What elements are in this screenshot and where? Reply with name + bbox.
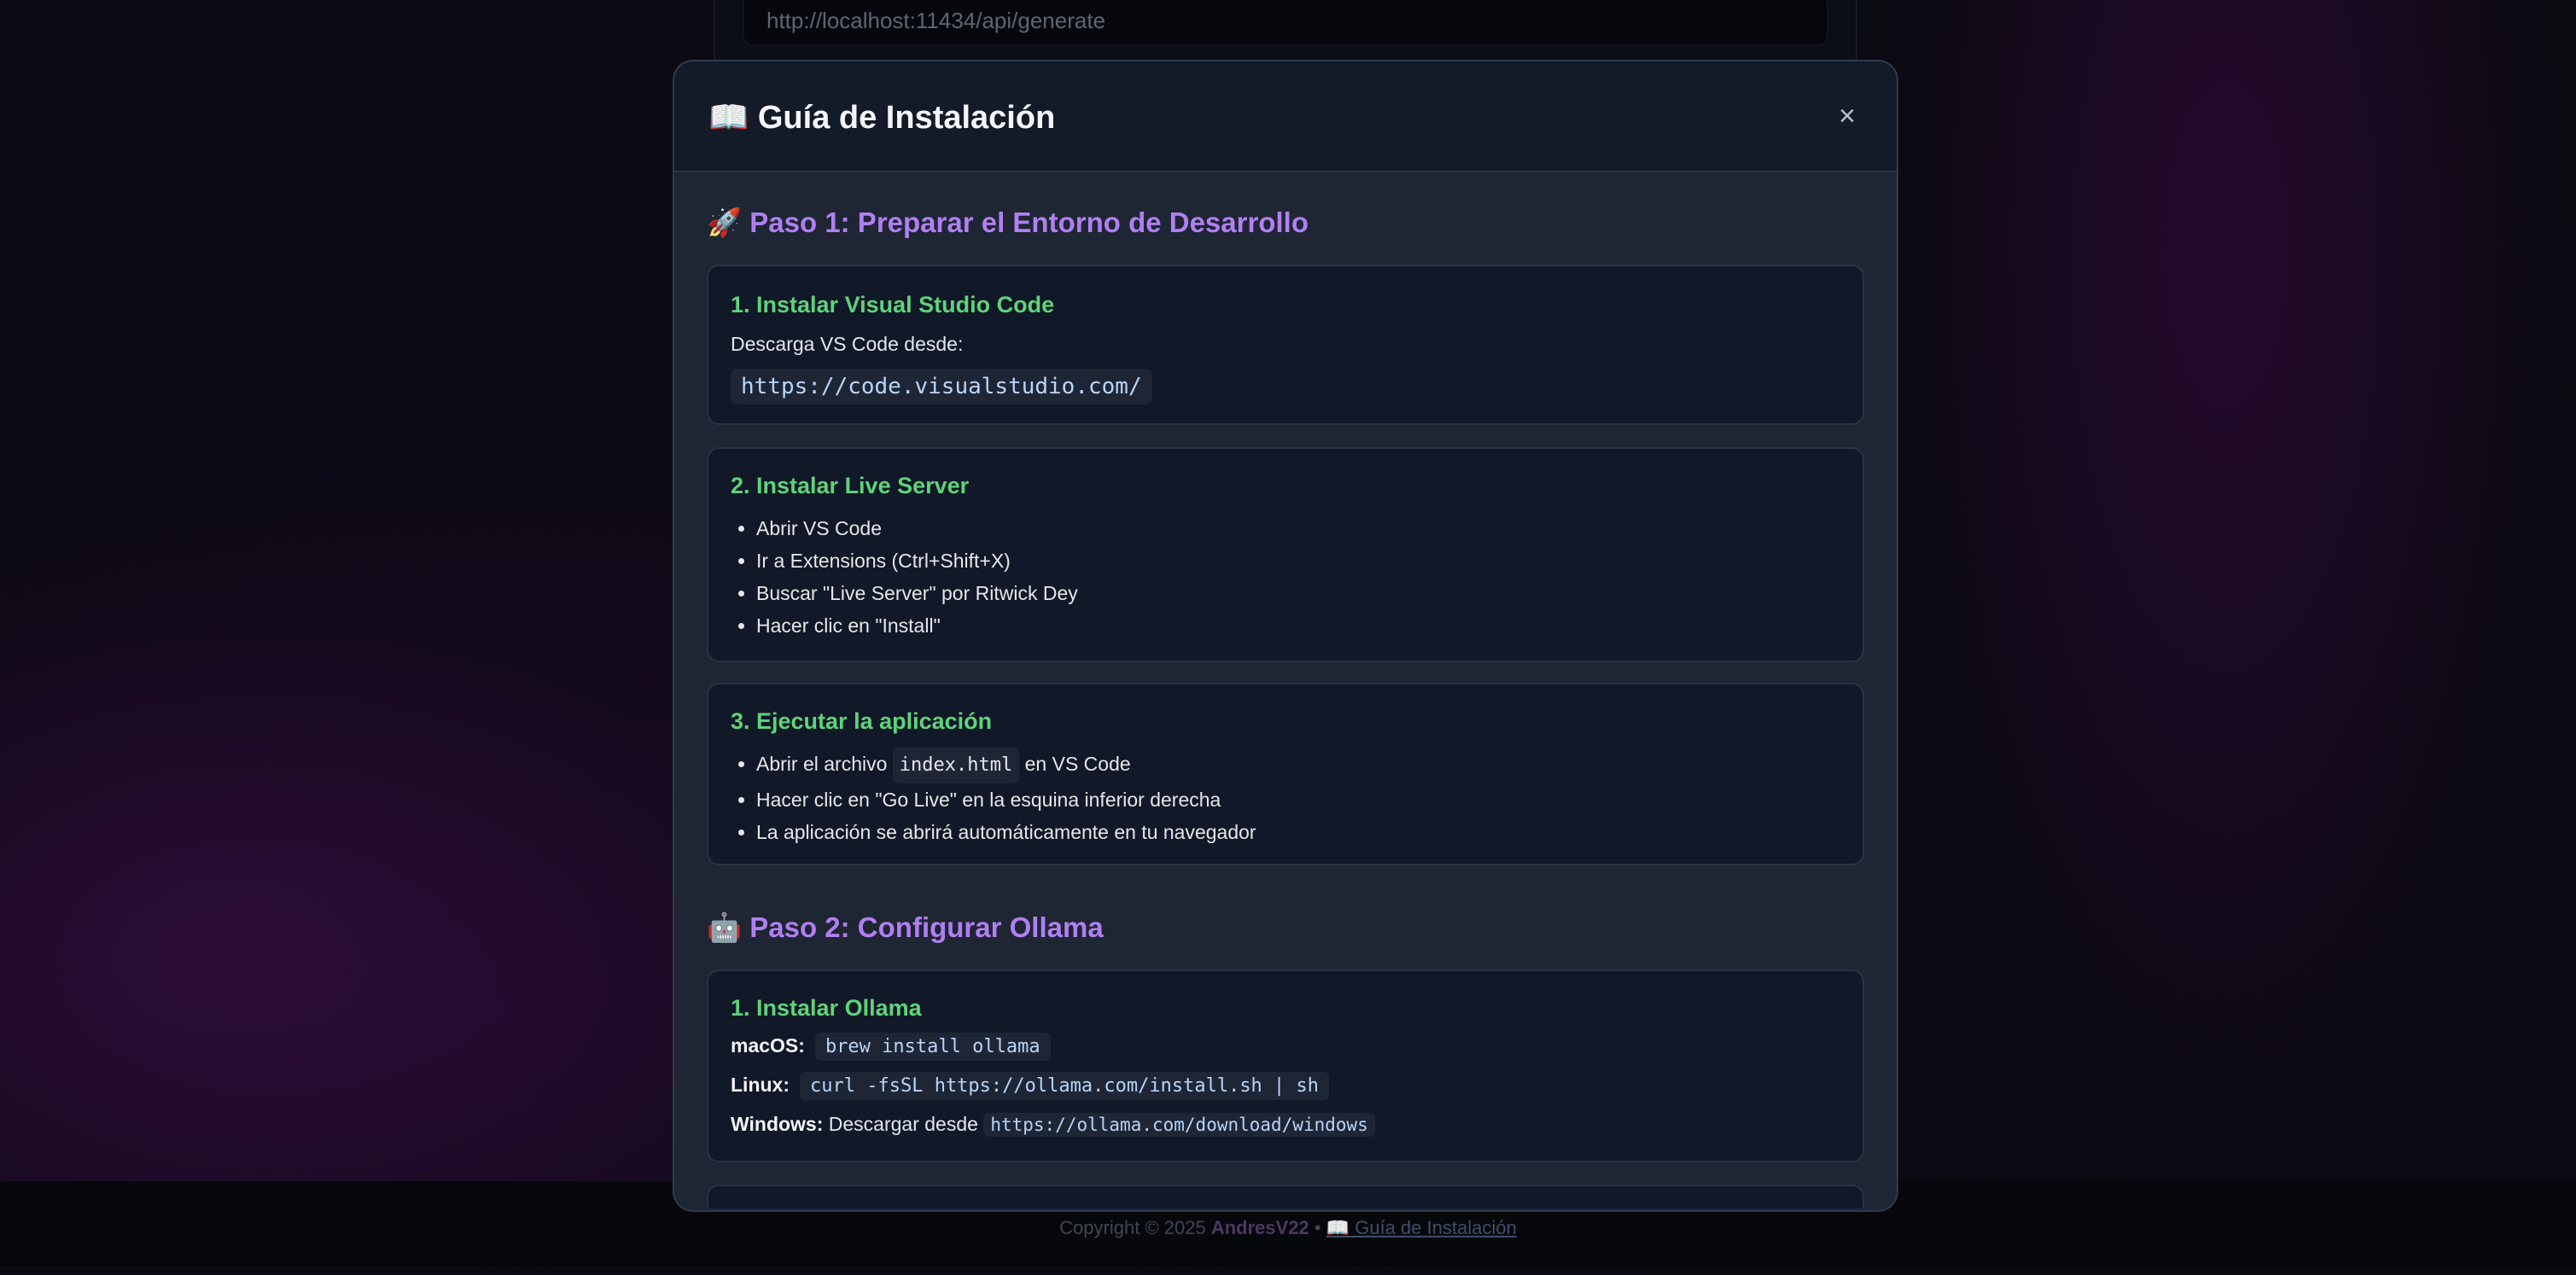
card-run-app: 3. Ejecutar la aplicación Abrir el archi… xyxy=(707,683,1864,865)
card-text: Descarga VS Code desde: xyxy=(731,333,964,355)
background-glow-left xyxy=(0,597,768,1195)
windows-text: Descargar desde xyxy=(823,1113,984,1135)
list-item: Hacer clic en "Go Live" en la esquina in… xyxy=(756,783,1256,816)
api-url-input[interactable]: http://localhost:11434/api/generate xyxy=(743,0,1828,46)
card-heading: 2. Instalar Live Server xyxy=(731,473,970,498)
background-glow-right xyxy=(1878,0,2576,1181)
footer-copyright: Copyright © 2025 xyxy=(1059,1217,1211,1238)
linux-row: Linux: curl -fsSL https://ollama.com/inst… xyxy=(731,1072,1330,1100)
step2-heading: 🤖 Paso 2: Configurar Ollama xyxy=(707,911,1104,943)
index-html-code: index.html xyxy=(892,748,1020,783)
list-item: Ir a Extensions (Ctrl+Shift+X) xyxy=(756,544,1078,577)
linux-label: Linux: xyxy=(731,1074,790,1096)
card-install-live-server: 2. Instalar Live Server Abrir VS Code Ir… xyxy=(707,447,1864,662)
list-item: Buscar "Live Server" por Ritwick Dey xyxy=(756,577,1078,609)
windows-label: Windows: xyxy=(731,1113,824,1135)
list-item-text: Abrir el archivo xyxy=(756,753,893,775)
run-app-steps-list: Abrir el archivo index.html en VS Code H… xyxy=(731,748,1256,848)
card-install-ollama: 1. Instalar Ollama macOS: brew install ol… xyxy=(707,969,1864,1162)
live-server-steps-list: Abrir VS Code Ir a Extensions (Ctrl+Shif… xyxy=(731,512,1078,642)
list-item-text: en VS Code xyxy=(1019,753,1131,775)
macos-command-code[interactable]: brew install ollama xyxy=(814,1033,1051,1061)
card-install-vscode: 1. Instalar Visual Studio Code Descarga … xyxy=(707,265,1864,425)
list-item: Hacer clic en "Install" xyxy=(756,609,1078,642)
modal-header: 📖 Guía de Instalación × xyxy=(674,61,1897,172)
macos-label: macOS: xyxy=(731,1034,805,1057)
card-heading: 3. Ejecutar la aplicación xyxy=(731,708,993,734)
list-item: Abrir el archivo index.html en VS Code xyxy=(756,748,1256,783)
windows-row: Windows: Descargar desde https://ollama.… xyxy=(731,1113,1375,1137)
list-item: Abrir VS Code xyxy=(756,512,1078,544)
card-heading: 1. Instalar Ollama xyxy=(731,995,922,1021)
linux-command-code[interactable]: curl -fsSL https://ollama.com/install.sh… xyxy=(800,1072,1330,1100)
footer-author: AndresV22 xyxy=(1210,1217,1309,1238)
vscode-url-code[interactable]: https://code.visualstudio.com/ xyxy=(731,369,1152,405)
step1-heading: 🚀 Paso 1: Preparar el Entorno de Desarro… xyxy=(707,207,1308,238)
windows-download-url[interactable]: https://ollama.com/download/windows xyxy=(983,1113,1375,1137)
close-icon[interactable]: × xyxy=(1832,101,1862,131)
footer-guide-link[interactable]: 📖 Guía de Instalación xyxy=(1326,1217,1517,1238)
card-heading: 1. Instalar Visual Studio Code xyxy=(731,292,1055,317)
modal-title: 📖 Guía de Instalación xyxy=(708,100,1056,136)
footer-separator: • xyxy=(1308,1217,1326,1238)
list-item: La aplicación se abrirá automáticamente … xyxy=(756,816,1256,848)
macos-row: macOS: brew install ollama xyxy=(731,1033,1051,1061)
